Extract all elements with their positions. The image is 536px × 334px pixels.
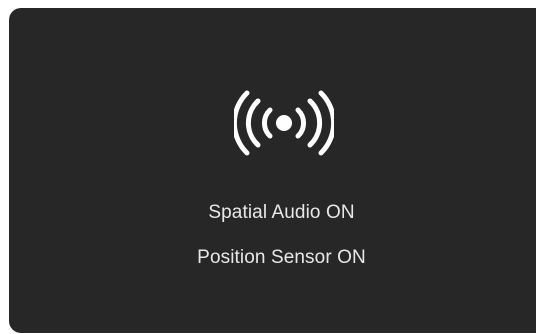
spatial-audio-status: Spatial Audio ON	[208, 202, 355, 223]
status-overlay-panel: Spatial Audio ON Position Sensor ON	[9, 8, 536, 333]
position-sensor-status: Position Sensor ON	[197, 247, 366, 268]
broadcast-icon	[234, 88, 334, 158]
